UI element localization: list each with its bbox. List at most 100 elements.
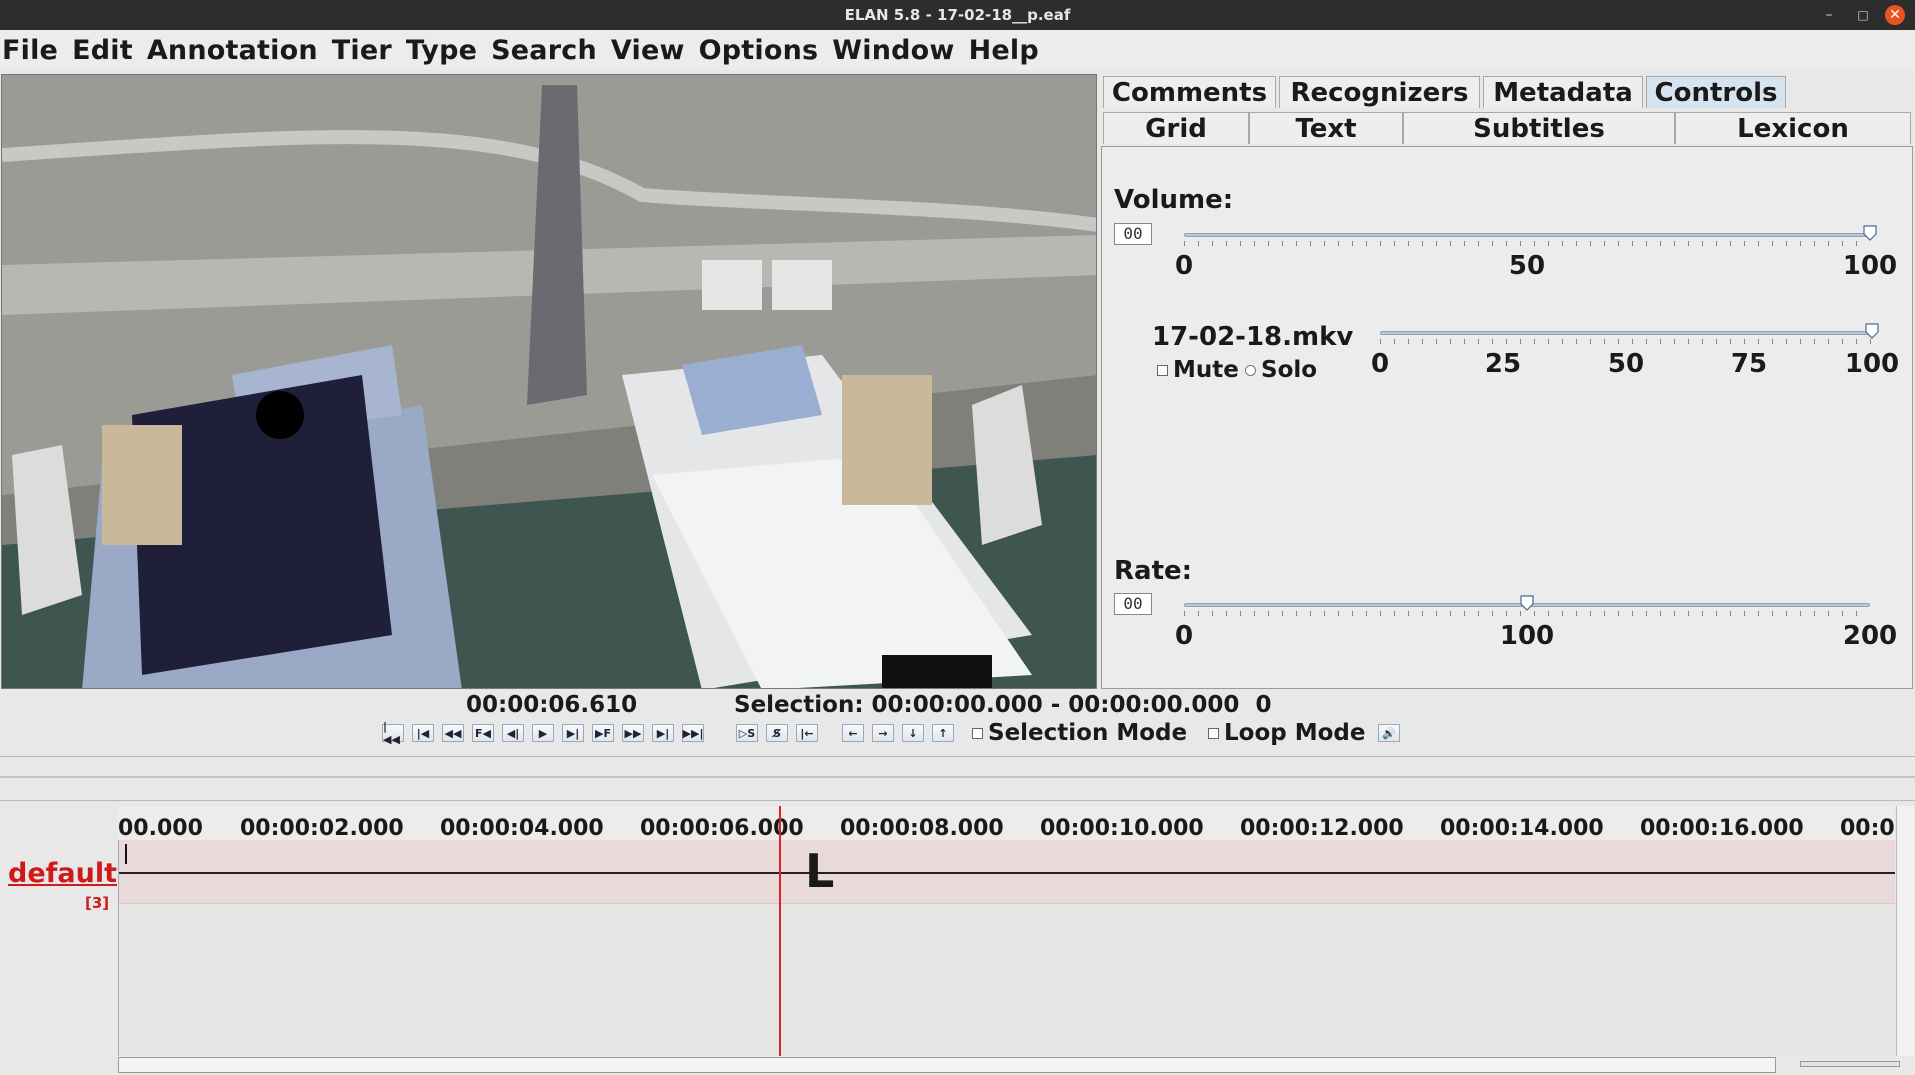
tab-subtitles[interactable]: Subtitles [1403, 112, 1675, 144]
timeline-horizontal-scrollbar[interactable] [118, 1057, 1776, 1073]
media-tick-0: 0 [1370, 349, 1390, 379]
ruler-tick: 00:00:12.000 [1240, 816, 1404, 840]
media-tick-100: 100 [1844, 349, 1900, 379]
move-up-button[interactable]: ↑ [932, 724, 954, 742]
mute-box[interactable] [1157, 364, 1168, 376]
move-down-button[interactable]: ↓ [902, 724, 924, 742]
rate-tick-200: 200 [1842, 621, 1898, 651]
rate-tick-0: 0 [1174, 621, 1194, 651]
overview-track[interactable] [0, 776, 1915, 778]
clear-selection-button[interactable]: S̸ [766, 724, 788, 742]
video-viewer[interactable] [1, 74, 1097, 689]
rate-slider-thumb[interactable] [1520, 595, 1534, 611]
media-slider-ticks [1380, 339, 1872, 344]
move-left-button[interactable]: ← [842, 724, 864, 742]
next-second-button[interactable]: ▶▶ [622, 724, 644, 742]
selection-mode-checkbox[interactable]: Selection Mode [972, 720, 1187, 746]
volume-tick-50: 50 [1508, 251, 1546, 281]
rate-tick-100: 100 [1499, 621, 1555, 651]
next-pixel-button[interactable]: ▶F [592, 724, 614, 742]
rate-slider[interactable] [1184, 595, 1870, 616]
tab-metadata[interactable]: Metadata [1483, 76, 1643, 108]
loop-mode-label: Loop Mode [1224, 720, 1366, 746]
solo-label: Solo [1261, 357, 1318, 383]
volume-slider-track [1184, 233, 1870, 237]
go-to-begin-button[interactable]: |◀◀ [382, 720, 404, 746]
menu-annotation[interactable]: Annotation [147, 35, 318, 66]
tab-recognizers[interactable]: Recognizers [1279, 76, 1480, 108]
ruler-tick: 00.000 [118, 816, 203, 840]
menu-type[interactable]: Type [406, 35, 477, 66]
media-tick-75: 75 [1730, 349, 1768, 379]
previous-frame-button[interactable]: |◀ [412, 724, 434, 742]
loop-mode-checkbox[interactable]: Loop Mode [1208, 720, 1365, 746]
menu-options[interactable]: Options [699, 35, 819, 66]
tab-lexicon[interactable]: Lexicon [1675, 112, 1911, 144]
annotation-tier-area[interactable]: L [118, 840, 1895, 1056]
window-title: ELAN 5.8 - 17-02-18__p.eaf [844, 6, 1071, 24]
volume-slider[interactable] [1184, 225, 1877, 246]
close-button[interactable]: ✕ [1885, 5, 1905, 25]
previous-second-button[interactable]: ◀◀ [442, 724, 464, 742]
media-slider-track [1380, 331, 1872, 335]
splitter-top[interactable] [0, 756, 1915, 757]
video-frame [2, 75, 1096, 688]
ruler-tick: 00:00:16.000 [1640, 816, 1804, 840]
tier-baseline [119, 872, 1895, 874]
tab-row-bottom: Grid Text Subtitles Lexicon [1103, 112, 1911, 144]
tab-grid[interactable]: Grid [1103, 112, 1249, 144]
move-right-button[interactable]: → [872, 724, 894, 742]
media-volume-slider[interactable] [1380, 323, 1879, 344]
ruler-tick: 00:00:08.000 [840, 816, 1004, 840]
go-to-end-button[interactable]: ▶▶| [682, 724, 704, 742]
controls-panel: Volume: 00 0 50 100 17-02-18.mkv 0 25 50… [1101, 146, 1913, 689]
solo-radio[interactable]: Solo [1245, 357, 1317, 383]
mute-checkbox[interactable]: Mute [1157, 357, 1239, 383]
volume-slider-thumb[interactable] [1863, 225, 1877, 241]
annotation-begin-marker [125, 844, 127, 864]
tab-controls[interactable]: Controls [1646, 76, 1786, 108]
selection-readout: Selection: 00:00:00.000 - 00:00:00.000 0 [734, 692, 1272, 718]
menu-file[interactable]: File [2, 35, 58, 66]
menu-search[interactable]: Search [491, 35, 597, 66]
selection-begin-button[interactable]: |← [796, 724, 818, 742]
minimize-button[interactable]: – [1818, 4, 1840, 26]
menu-view[interactable]: View [611, 35, 685, 66]
previous-pixel-button[interactable]: F◀ [472, 724, 494, 742]
tab-comments[interactable]: Comments [1103, 76, 1276, 108]
rate-spinner[interactable]: 00 [1114, 593, 1152, 615]
speaker-icon[interactable]: 🔊 [1378, 724, 1400, 742]
ruler-tick: 00:00:18.000 [1840, 816, 1894, 840]
play-button[interactable]: ▶ [532, 724, 554, 742]
menu-tier[interactable]: Tier [332, 35, 392, 66]
timeline-ruler[interactable]: 00.000 00:00:02.000 00:00:04.000 00:00:0… [118, 806, 1894, 840]
playhead-cursor[interactable] [779, 806, 781, 1056]
ruler-tick: 00:00:02.000 [240, 816, 404, 840]
tier-annotation-count: [3] [85, 894, 110, 912]
tab-row-top: Comments Recognizers Metadata Controls [1103, 76, 1786, 108]
mute-label: Mute [1173, 357, 1239, 383]
menu-edit[interactable]: Edit [72, 35, 133, 66]
loop-mode-box[interactable] [1208, 727, 1219, 739]
menu-help[interactable]: Help [969, 35, 1039, 66]
tier-name-default[interactable]: default [8, 858, 117, 889]
play-selection-button[interactable]: ▷S [736, 724, 758, 742]
volume-spinner[interactable]: 00 [1114, 223, 1152, 245]
volume-slider-ticks [1184, 241, 1870, 246]
annotation-glyph[interactable]: L [805, 844, 834, 898]
step-back-button[interactable]: ◀| [502, 724, 524, 742]
media-tick-50: 50 [1607, 349, 1645, 379]
media-tick-25: 25 [1484, 349, 1522, 379]
timeline-vertical-scrollbar[interactable] [1896, 806, 1914, 1056]
selection-mode-box[interactable] [972, 727, 983, 739]
solo-radio-dot[interactable] [1245, 364, 1256, 376]
media-volume-slider-thumb[interactable] [1865, 323, 1879, 339]
volume-tick-0: 0 [1174, 251, 1194, 281]
menu-window[interactable]: Window [832, 35, 954, 66]
splitter-bottom[interactable] [0, 800, 1915, 801]
maximize-button[interactable]: □ [1852, 4, 1874, 26]
zoom-slider[interactable] [1800, 1061, 1900, 1067]
next-frame-button[interactable]: ▶| [652, 724, 674, 742]
step-forward-button[interactable]: ▶| [562, 724, 584, 742]
tab-text[interactable]: Text [1249, 112, 1403, 144]
